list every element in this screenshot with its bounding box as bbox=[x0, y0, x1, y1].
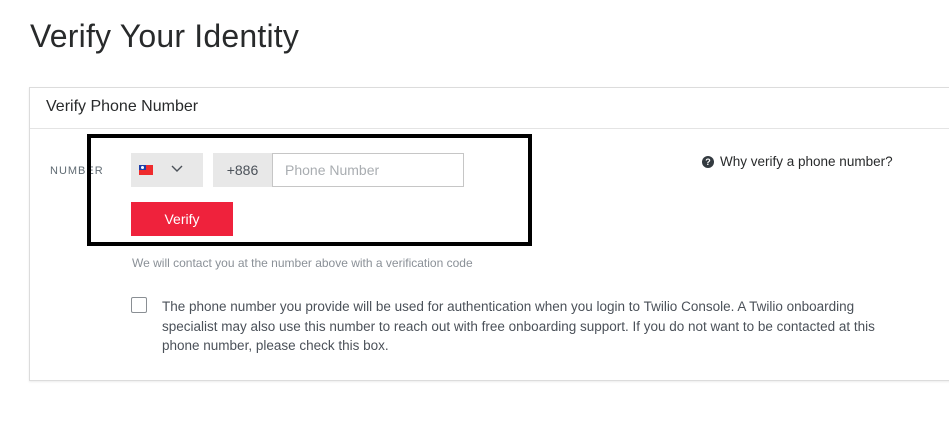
verify-button[interactable]: Verify bbox=[131, 202, 233, 236]
dial-code: +886 bbox=[213, 153, 272, 187]
verification-help-text: We will contact you at the number above … bbox=[132, 256, 473, 270]
question-circle-icon: ? bbox=[702, 156, 714, 168]
taiwan-flag-icon bbox=[139, 165, 153, 175]
card-title: Verify Phone Number bbox=[46, 98, 199, 115]
why-verify-label: Why verify a phone number? bbox=[720, 154, 893, 169]
phone-number-input[interactable] bbox=[272, 153, 464, 187]
chevron-down-icon bbox=[171, 165, 183, 172]
consent-line: phone number, please check this box. bbox=[162, 338, 389, 353]
consent-line: The phone number you provide will be use… bbox=[162, 299, 855, 314]
consent-line: specialist may also use this number to r… bbox=[162, 318, 875, 334]
card-header: Verify Phone Number bbox=[30, 88, 949, 129]
consent-checkbox[interactable] bbox=[131, 297, 147, 313]
number-field-label: NUMBER bbox=[50, 165, 104, 177]
why-verify-link[interactable]: ? Why verify a phone number? bbox=[702, 154, 893, 169]
consent-text: The phone number you provide will be use… bbox=[162, 297, 949, 356]
country-code-select[interactable] bbox=[131, 153, 203, 187]
page-title: Verify Your Identity bbox=[30, 18, 300, 54]
